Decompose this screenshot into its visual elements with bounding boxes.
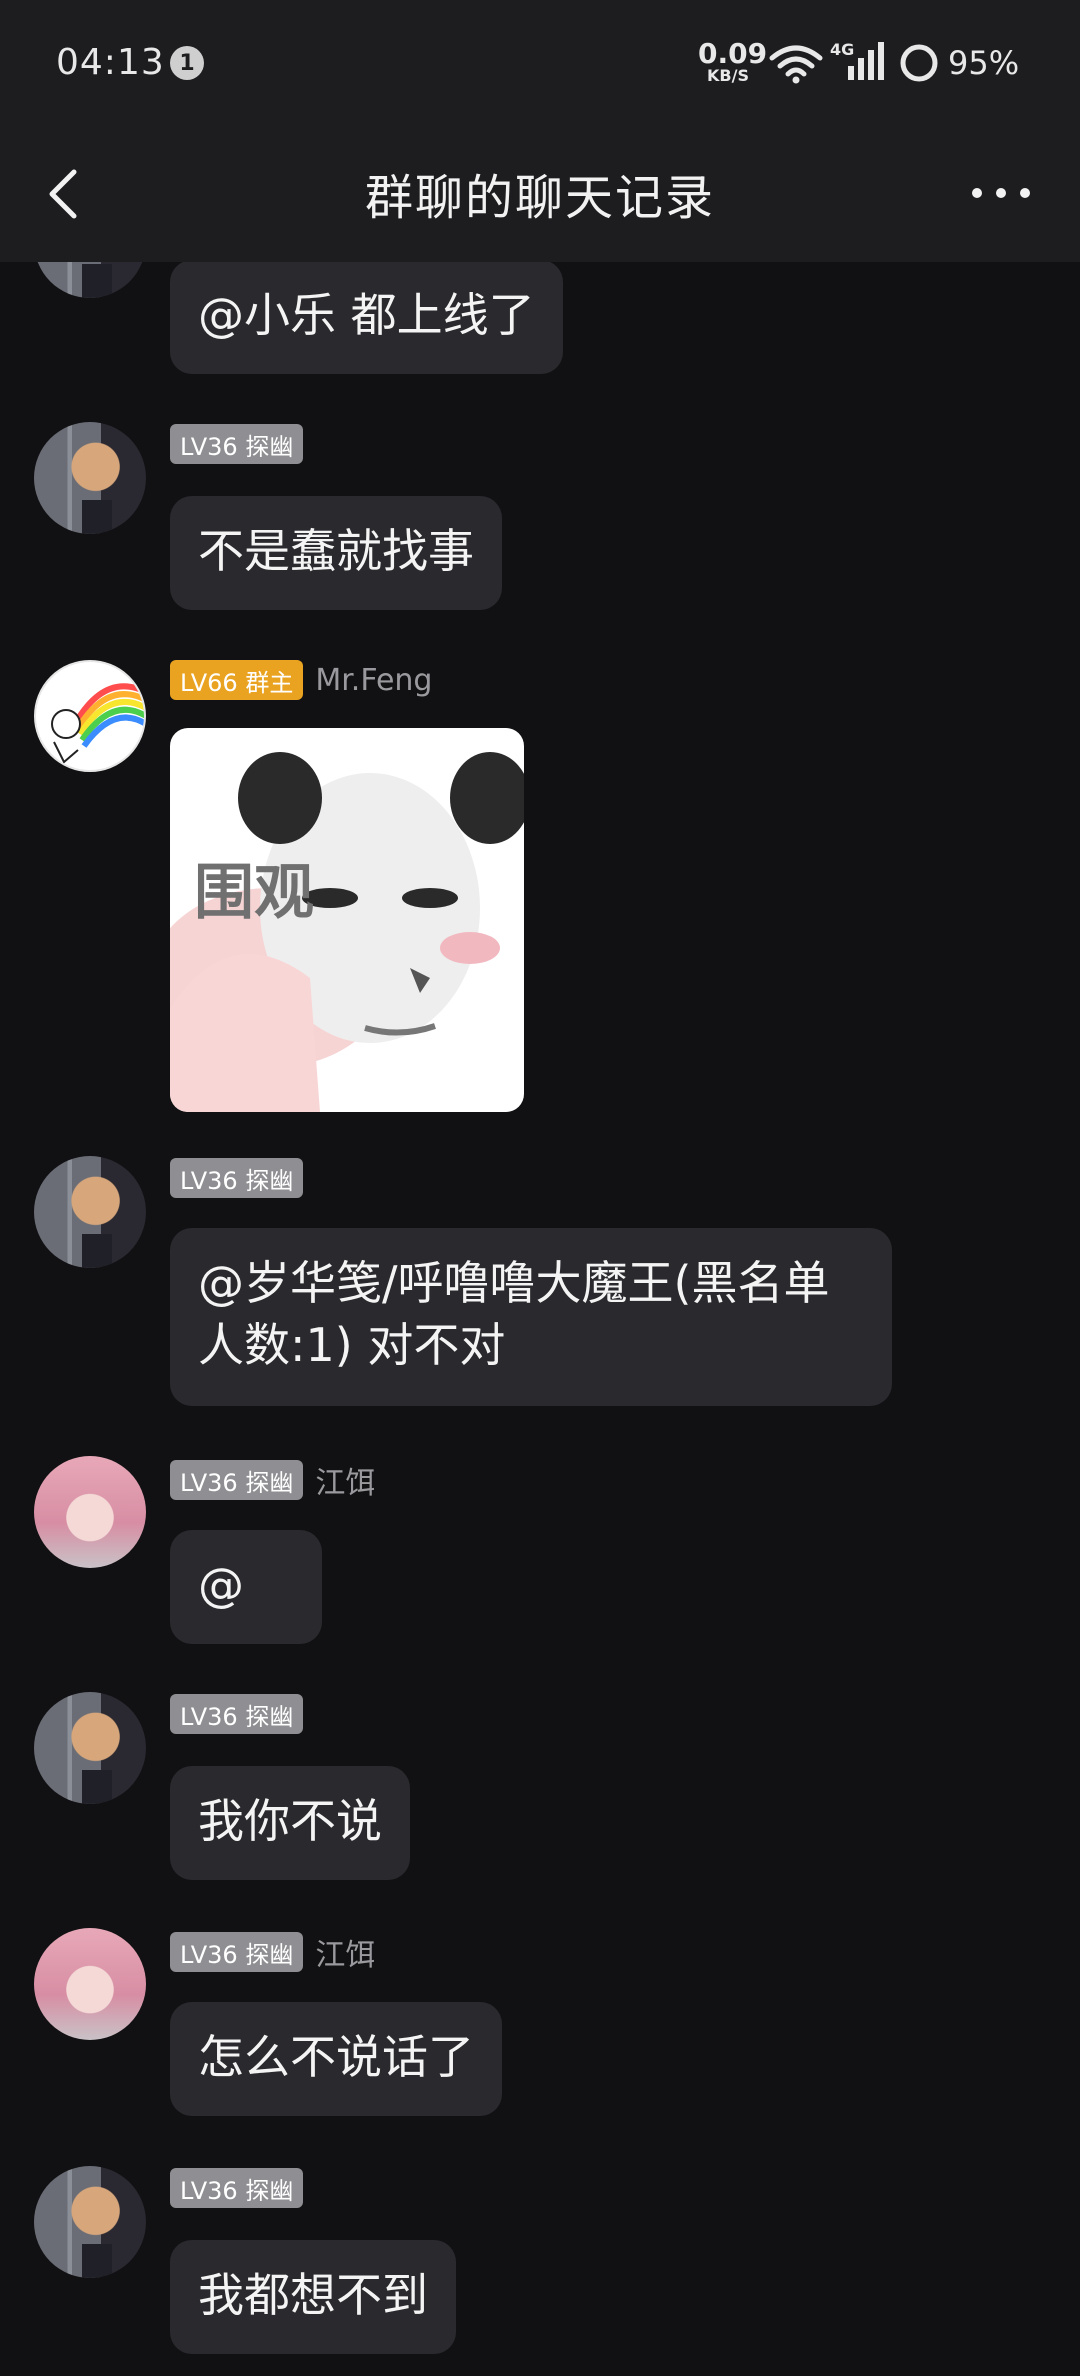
sender-meta: LV36 探幽 (170, 1694, 304, 1734)
level-badge: LV36 探幽 (170, 1694, 304, 1734)
net-speed: 0.09 KB/S (698, 37, 768, 85)
sender-avatar[interactable] (34, 1156, 146, 1268)
sender-avatar[interactable] (34, 1928, 146, 2040)
level-badge: LV36 探幽 (170, 2168, 304, 2208)
rainbow-avatar-icon (51, 683, 144, 764)
net-speed-unit: KB/S (707, 66, 749, 85)
sender-avatar[interactable] (34, 422, 146, 534)
sender-name: 江饵 (315, 1466, 376, 1501)
sender-meta: LV36 探幽 (170, 1158, 304, 1198)
sticker-caption: 围观 (194, 858, 314, 928)
status-time: 04:13 (56, 42, 165, 83)
battery-percent: 95% (948, 44, 1020, 82)
message-bubble[interactable]: 不是蠢就找事 (170, 496, 502, 610)
status-bar: 04:13 1 0.09 KB/S 4G 95% (0, 0, 1080, 128)
page-title: 群聊的聊天记录 (364, 170, 715, 226)
sender-avatar[interactable] (34, 262, 146, 298)
sticker-image[interactable]: 围观 (170, 728, 524, 1112)
more-dots-icon[interactable] (968, 178, 1034, 208)
notification-count-icon: 1 (170, 46, 204, 80)
level-badge: LV36 探幽 (170, 1460, 304, 1500)
battery-ring-icon (900, 44, 938, 82)
level-badge: LV36 探幽 (170, 1158, 304, 1198)
sender-meta: LV66 群主 Mr.Feng (170, 660, 432, 700)
owner-badge: LV66 群主 (170, 660, 304, 700)
message-bubble[interactable]: @小乐 都上线了 (170, 262, 563, 374)
message-bubble[interactable]: @ (170, 1530, 322, 1644)
wifi-icon (769, 45, 823, 84)
level-badge: LV36 探幽 (170, 1932, 304, 1972)
chat-message-list[interactable]: @小乐 都上线了 LV36 探幽 不是蠢就找事 LV66 群主 Mr.Feng (0, 262, 1080, 2376)
sender-avatar[interactable] (34, 1692, 146, 1804)
sender-meta: LV36 探幽 江饵 (170, 1930, 375, 1974)
sender-meta: LV36 探幽 (170, 2168, 304, 2208)
sender-name: Mr.Feng (315, 662, 433, 698)
message-bubble[interactable]: 怎么不说话了 (170, 2002, 502, 2116)
sender-avatar[interactable] (34, 660, 146, 772)
net-speed-value: 0.09 (698, 37, 768, 70)
sender-meta: LV36 探幽 江饵 (170, 1458, 375, 1502)
message-bubble[interactable]: @岁华笺/呼噜噜大魔王(黑名单 人数:1) 对不对 (170, 1228, 892, 1406)
signal-icon: 4G (830, 40, 886, 84)
sender-avatar[interactable] (34, 1456, 146, 1568)
message-bubble[interactable]: 我都想不到 (170, 2240, 456, 2354)
message-bubble[interactable]: 我你不说 (170, 1766, 410, 1880)
nav-bar: 群聊的聊天记录 (0, 128, 1080, 262)
sender-avatar[interactable] (34, 2166, 146, 2278)
sender-meta: LV36 探幽 (170, 424, 304, 464)
sender-name: 江饵 (315, 1938, 376, 1973)
level-badge: LV36 探幽 (170, 424, 304, 464)
